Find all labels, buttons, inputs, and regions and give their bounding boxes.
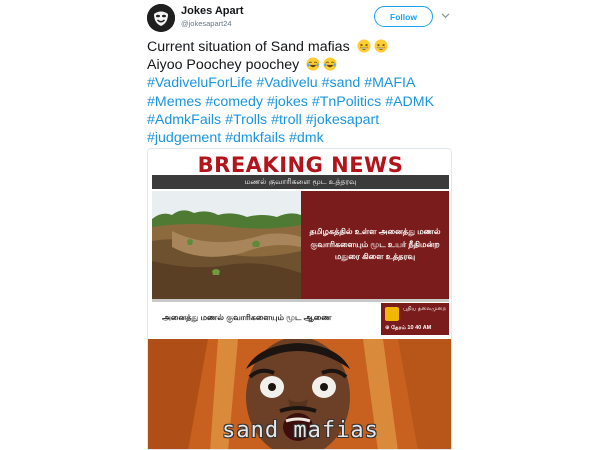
author-avatar[interactable]	[147, 4, 175, 32]
meme-image: sand mafias	[148, 339, 451, 449]
tweet-text-line-2-text: Aiyoo Poochey poochey	[147, 57, 300, 74]
tears-of-joy-emoji-icon	[323, 57, 337, 71]
tears-of-joy-emoji-icon	[306, 57, 320, 71]
breaking-news-subheadline: மணல் குவாரிகளை மூட உத்தரவு	[152, 175, 449, 189]
breaking-news-image: BREAKING NEWS மணல் குவாரிகளை மூட உத்தரவு	[148, 149, 451, 339]
news-bottom-ticker: அனைத்து மணல் குவாரிகளையும் மூட ஆணை புதிய…	[152, 299, 449, 335]
hashtag-link[interactable]: #troll	[271, 112, 302, 128]
news-panel-text: தமிழகத்தில் உள்ள அனைத்து மணல் குவாரிகளைய…	[309, 227, 441, 262]
hashtag-link[interactable]: #jokesapart	[306, 112, 379, 128]
hashtag-link[interactable]: #ADMK	[385, 94, 434, 110]
hashtag-link[interactable]: #comedy	[205, 94, 263, 110]
hashtag-line: #VadiveluForLife #Vadivelu #sand #MAFIA	[147, 74, 457, 92]
hashtag-link[interactable]: #Vadivelu	[256, 75, 317, 91]
channel-time: ⊕ தேரம் 10 40 AM	[385, 325, 432, 331]
hashtag-link[interactable]: #judgement	[147, 130, 221, 146]
hashtag-link[interactable]: #TnPolitics	[312, 94, 381, 110]
hashtag-link[interactable]: #MAFIA	[364, 75, 415, 91]
tweet-text-line-1-text: Current situation of Sand mafias	[147, 39, 350, 55]
author-display-name[interactable]: Jokes Apart	[181, 5, 244, 17]
hashtag-link[interactable]: #dmk	[289, 130, 324, 146]
mask-avatar-icon	[147, 4, 175, 32]
hashtag-link[interactable]: #VadiveluForLife	[147, 75, 252, 91]
breaking-news-headline: BREAKING NEWS	[197, 153, 404, 177]
hashtag-link[interactable]: #dmkfails	[225, 130, 285, 146]
tweet-media[interactable]: BREAKING NEWS மணல் குவாரிகளை மூட உத்தரவு	[147, 148, 452, 450]
news-ticker-text: அனைத்து மணல் குவாரிகளையும் மூட ஆணை	[162, 313, 332, 322]
sand-quarry-photo	[152, 191, 301, 299]
hashtag-link[interactable]: #AdmkFails	[147, 112, 221, 128]
tweet-text-line-1: Current situation of Sand mafias	[147, 38, 457, 56]
hashtag-link[interactable]: #sand	[322, 75, 361, 91]
hashtag-line: #judgement #dmkfails #dmk	[147, 129, 457, 147]
hashtag-link[interactable]: #Trolls	[225, 112, 267, 128]
channel-logo: புதிய தலைமுறை ⊕ தேரம் 10 40 AM	[381, 303, 449, 335]
grinning-squint-emoji-icon	[374, 39, 388, 53]
grinning-squint-emoji-icon	[357, 39, 371, 53]
author-handle[interactable]: @jokesapart24	[181, 19, 232, 28]
hashtag-link[interactable]: #jokes	[267, 94, 308, 110]
meme-caption: sand mafias	[222, 418, 379, 443]
hashtag-link[interactable]: #Memes	[147, 94, 201, 110]
chevron-down-icon[interactable]	[441, 11, 450, 20]
channel-logo-icon	[385, 307, 399, 321]
follow-button[interactable]: Follow	[374, 6, 433, 27]
channel-name: புதிய தலைமுறை	[403, 306, 447, 312]
tweet-card: Jokes Apart @jokesapart24 Follow Current…	[0, 0, 600, 450]
news-red-panel: தமிழகத்தில் உள்ள அனைத்து மணல் குவாரிகளைய…	[301, 191, 449, 299]
tweet-text: Current situation of Sand mafias Aiyoo P…	[147, 38, 457, 147]
hashtag-line: #Memes #comedy #jokes #TnPolitics #ADMK	[147, 93, 457, 111]
hashtag-line: #AdmkFails #Trolls #troll #jokesapart	[147, 111, 457, 129]
tweet-text-line-2: Aiyoo Poochey poochey	[147, 56, 457, 74]
